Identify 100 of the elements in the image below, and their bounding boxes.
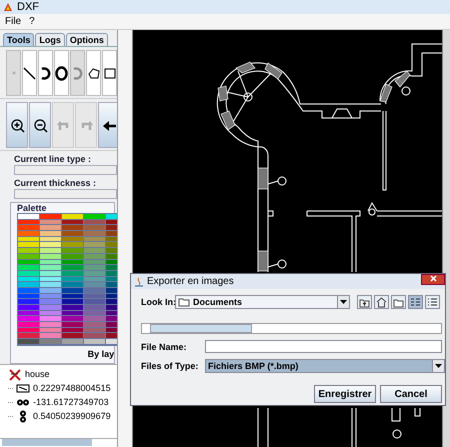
color-swatch[interactable] <box>40 294 61 298</box>
color-swatch[interactable] <box>62 231 83 236</box>
scrollbar[interactable] <box>141 323 442 334</box>
color-swatch[interactable] <box>40 310 61 316</box>
color-swatch[interactable] <box>18 254 39 258</box>
color-swatch[interactable] <box>40 225 61 230</box>
scrollbar-thumb[interactable] <box>150 324 252 333</box>
color-swatch[interactable] <box>18 270 39 276</box>
color-swatch[interactable] <box>18 328 39 332</box>
color-swatch[interactable] <box>40 231 61 236</box>
color-swatch[interactable] <box>62 254 83 258</box>
toolbar-button[interactable] <box>425 295 440 309</box>
toolbar-button[interactable] <box>357 295 372 309</box>
toolbar-button[interactable] <box>374 295 389 309</box>
color-swatch[interactable] <box>18 276 39 282</box>
tool-button[interactable] <box>38 50 54 96</box>
color-swatch[interactable] <box>40 270 61 276</box>
file-type-dropdown[interactable]: Fichiers BMP (*.bmp) <box>205 359 445 373</box>
color-swatch[interactable] <box>40 322 61 327</box>
color-swatch[interactable] <box>18 294 39 298</box>
color-swatch[interactable] <box>18 316 39 322</box>
color-swatch[interactable] <box>18 310 39 316</box>
color-swatch[interactable] <box>18 214 39 219</box>
color-swatch[interactable] <box>40 282 61 287</box>
color-swatch[interactable] <box>18 220 39 224</box>
color-swatch[interactable] <box>18 260 39 264</box>
color-swatch[interactable] <box>18 299 39 304</box>
color-swatch[interactable] <box>18 333 39 338</box>
color-swatch[interactable] <box>40 265 61 270</box>
color-swatch[interactable] <box>18 288 39 293</box>
color-swatch[interactable] <box>62 260 83 264</box>
color-swatch[interactable] <box>62 242 83 248</box>
tool-button[interactable] <box>102 50 118 96</box>
color-swatch[interactable] <box>62 333 83 338</box>
color-swatch[interactable] <box>84 242 105 248</box>
tool-button[interactable] <box>6 102 28 148</box>
color-swatch[interactable] <box>62 294 83 298</box>
color-swatch[interactable] <box>40 333 61 338</box>
color-swatch[interactable] <box>62 236 83 242</box>
color-swatch[interactable] <box>62 248 83 253</box>
color-swatch[interactable] <box>84 270 105 276</box>
color-swatch[interactable] <box>40 248 61 253</box>
color-swatch[interactable] <box>84 339 105 344</box>
color-swatch[interactable] <box>84 265 105 270</box>
color-swatch[interactable] <box>62 299 83 304</box>
color-swatch[interactable] <box>84 305 105 310</box>
tool-button[interactable] <box>98 102 118 148</box>
color-swatch[interactable] <box>84 299 105 304</box>
color-swatch[interactable] <box>18 322 39 327</box>
tab[interactable]: Tools <box>3 33 34 46</box>
dropdown-button[interactable] <box>337 296 349 308</box>
tree-item[interactable]: house <box>25 369 50 380</box>
color-swatch[interactable] <box>18 242 39 248</box>
color-swatch[interactable] <box>40 316 61 322</box>
color-swatch[interactable] <box>84 276 105 282</box>
color-swatch[interactable] <box>18 305 39 310</box>
color-swatch[interactable] <box>84 248 105 253</box>
tab[interactable]: Logs <box>35 33 65 46</box>
tool-button[interactable] <box>54 50 70 96</box>
menu-item[interactable]: File <box>5 16 22 27</box>
color-swatch[interactable] <box>84 220 105 224</box>
color-swatch[interactable] <box>84 333 105 338</box>
color-swatch[interactable] <box>40 214 61 219</box>
tree-item[interactable]: -131.61727349703 <box>33 397 109 408</box>
dialog-button[interactable]: Enregistrer <box>314 385 376 403</box>
input-field[interactable] <box>14 165 118 175</box>
dialog-button[interactable]: Cancel <box>380 385 442 403</box>
color-swatch[interactable] <box>40 305 61 310</box>
color-swatch[interactable] <box>84 214 105 219</box>
look-in-dropdown[interactable]: Documents <box>175 295 350 309</box>
color-swatch[interactable] <box>40 242 61 248</box>
color-swatch[interactable] <box>84 322 105 327</box>
tree-item[interactable]: 0.54050239909679 <box>33 411 111 422</box>
splitter-bar[interactable] <box>118 30 134 447</box>
color-swatch[interactable] <box>62 276 83 282</box>
color-swatch[interactable] <box>62 282 83 287</box>
tool-button[interactable] <box>29 102 51 148</box>
color-swatch[interactable] <box>62 316 83 322</box>
color-swatch[interactable] <box>62 220 83 224</box>
color-swatch[interactable] <box>18 339 39 344</box>
file-name-field[interactable] <box>205 340 442 353</box>
color-swatch[interactable] <box>40 220 61 224</box>
color-swatch[interactable] <box>18 248 39 253</box>
tool-button[interactable] <box>22 50 38 96</box>
tool-button[interactable] <box>86 50 102 96</box>
tree-item[interactable]: 0.22297488004515 <box>33 383 111 394</box>
color-swatch[interactable] <box>40 299 61 304</box>
color-swatch[interactable] <box>40 236 61 242</box>
color-swatch[interactable] <box>18 236 39 242</box>
color-swatch[interactable] <box>18 231 39 236</box>
color-swatch[interactable] <box>18 265 39 270</box>
color-swatch[interactable] <box>40 328 61 332</box>
color-swatch[interactable] <box>62 214 83 219</box>
color-swatch[interactable] <box>84 328 105 332</box>
color-swatch[interactable] <box>84 288 105 293</box>
color-swatch[interactable] <box>40 288 61 293</box>
color-swatch[interactable] <box>40 254 61 258</box>
tab[interactable]: Options <box>66 33 108 46</box>
color-swatch[interactable] <box>84 310 105 316</box>
color-swatch[interactable] <box>40 260 61 264</box>
